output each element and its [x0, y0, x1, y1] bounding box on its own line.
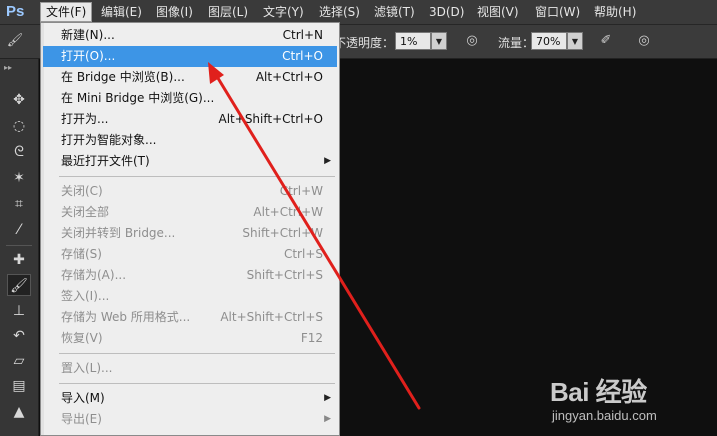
menu-item-shortcut: Ctrl+O [282, 49, 323, 63]
menu-item-revert[interactable]: 恢复(V) F12 [43, 328, 337, 349]
photoshop-logo: Ps [6, 3, 25, 20]
menu-item-shortcut: Ctrl+W [279, 184, 323, 198]
history-brush-tool-icon[interactable]: ↶ [7, 325, 31, 347]
menu-item-label: 存储(S) [61, 247, 102, 261]
opacity-label: 不透明度： [334, 36, 395, 50]
menu-item-import[interactable]: 导入(M) ▶ [43, 388, 337, 409]
submenu-arrow-icon: ▶ [324, 393, 331, 403]
menu-item-open-smart-object[interactable]: 打开为智能对象... [43, 130, 337, 151]
healing-brush-tool-icon[interactable]: ✚ [7, 249, 31, 271]
lasso-tool-icon[interactable]: ᘓ [7, 141, 31, 163]
menu-select[interactable]: 选择(S) [314, 3, 365, 21]
menu-item-label: 导出(E) [61, 412, 102, 426]
menu-item-label: 关闭(C) [61, 184, 103, 198]
blur-tool-icon[interactable]: ▲ [7, 401, 31, 423]
pressure-size-icon[interactable]: ◎ [635, 33, 653, 49]
menu-item-label: 在 Bridge 中浏览(B)... [61, 70, 185, 84]
menu-file[interactable]: 文件(F) [40, 2, 93, 22]
menu-item-shortcut: Alt+Shift+Ctrl+O [218, 112, 323, 126]
airbrush-icon[interactable]: ✐ [597, 33, 615, 49]
crop-tool-icon[interactable]: ⌗ [7, 193, 31, 215]
menu-window[interactable]: 窗口(W) [530, 3, 585, 21]
flow-label: 流量： [498, 36, 535, 50]
menu-item-label: 打开(O)... [61, 49, 116, 63]
file-menu-dropdown: 新建(N)... Ctrl+N 打开(O)... Ctrl+O 在 Bridge… [40, 22, 340, 436]
menu-item-label: 在 Mini Bridge 中浏览(G)... [61, 91, 215, 105]
menu-separator [59, 176, 335, 177]
menu-filter[interactable]: 滤镜(T) [369, 3, 420, 21]
flow-dropdown-icon[interactable]: ▼ [567, 32, 583, 50]
menu-item-label: 导入(M) [61, 391, 105, 405]
menu-item-shortcut: Shift+Ctrl+S [246, 268, 323, 282]
menu-item-close-go-bridge[interactable]: 关闭并转到 Bridge... Shift+Ctrl+W [43, 223, 337, 244]
tool-divider [6, 245, 32, 246]
menu-item-shortcut: Ctrl+S [283, 247, 323, 261]
menu-item-export[interactable]: 导出(E) ▶ [43, 409, 337, 430]
menu-item-save-as[interactable]: 存储为(A)... Shift+Ctrl+S [43, 265, 337, 286]
menu-item-save[interactable]: 存储(S) Ctrl+S [43, 244, 337, 265]
flow-field[interactable]: 70% [531, 32, 567, 50]
menu-item-browse-mini-bridge[interactable]: 在 Mini Bridge 中浏览(G)... [43, 88, 337, 109]
menu-view[interactable]: 视图(V) [472, 3, 524, 21]
menu-separator [59, 353, 335, 354]
menu-item-label: 签入(I)... [61, 289, 110, 303]
menu-item-check-in[interactable]: 签入(I)... [43, 286, 337, 307]
menu-item-shortcut: Shift+Ctrl+W [242, 226, 323, 240]
menu-layer[interactable]: 图层(L) [203, 3, 253, 21]
submenu-arrow-icon: ▶ [324, 156, 331, 166]
menu-item-close-all[interactable]: 关闭全部 Alt+Ctrl+W [43, 202, 337, 223]
menu-item-close[interactable]: 关闭(C) Ctrl+W [43, 181, 337, 202]
marquee-tool-icon[interactable]: ◌ [7, 115, 31, 137]
menu-item-label: 最近打开文件(T) [61, 154, 150, 168]
menu-type[interactable]: 文字(Y) [258, 3, 309, 21]
opacity-dropdown-icon[interactable]: ▼ [431, 32, 447, 50]
opacity-field[interactable]: 1% [395, 32, 431, 50]
menu-3d[interactable]: 3D(D) [424, 3, 469, 21]
tools-panel: ▸▸ ✥ ◌ ᘓ ✶ ⌗ ⁄ ✚ 🖌 ⊥ ↶ ▱ ▤ ▲ [0, 59, 39, 436]
menu-item-label: 新建(N)... [61, 28, 115, 42]
watermark-url: jingyan.baidu.com [552, 408, 657, 423]
menu-item-shortcut: Alt+Ctrl+W [253, 205, 323, 219]
baidu-watermark: Bai 经验 jingyan.baidu.com [550, 372, 710, 434]
menu-item-label: 关闭全部 [61, 205, 110, 219]
eraser-tool-icon[interactable]: ▱ [7, 350, 31, 372]
menu-item-place[interactable]: 置入(L)... [43, 358, 337, 379]
menu-item-label: 关闭并转到 Bridge... [61, 226, 176, 240]
menu-item-recent-files[interactable]: 最近打开文件(T) ▶ [43, 151, 337, 172]
menu-item-open[interactable]: 打开(O)... Ctrl+O [43, 46, 337, 67]
menu-help[interactable]: 帮助(H) [589, 3, 641, 21]
menu-item-shortcut: F12 [300, 331, 323, 345]
pressure-opacity-icon[interactable]: ◎ [463, 33, 481, 49]
submenu-arrow-icon: ▶ [324, 414, 331, 424]
menu-image[interactable]: 图像(I) [151, 3, 198, 21]
menu-item-label: 置入(L)... [61, 361, 113, 375]
brush-tool-icon[interactable]: 🖌 [7, 274, 31, 296]
menu-item-save-for-web[interactable]: 存储为 Web 所用格式... Alt+Shift+Ctrl+S [43, 307, 337, 328]
magic-wand-tool-icon[interactable]: ✶ [7, 167, 31, 189]
menu-separator [59, 383, 335, 384]
menu-item-open-as[interactable]: 打开为... Alt+Shift+Ctrl+O [43, 109, 337, 130]
menu-item-shortcut: Alt+Ctrl+O [255, 70, 323, 84]
menu-item-shortcut: Ctrl+N [282, 28, 323, 42]
gradient-tool-icon[interactable]: ▤ [7, 375, 31, 397]
menu-item-browse-bridge[interactable]: 在 Bridge 中浏览(B)... Alt+Ctrl+O [43, 67, 337, 88]
menu-item-label: 存储为 Web 所用格式... [61, 310, 191, 324]
clone-stamp-tool-icon[interactable]: ⊥ [7, 300, 31, 322]
watermark-logo-text: Bai 经验 [550, 377, 647, 407]
menu-edit[interactable]: 编辑(E) [96, 3, 147, 21]
panel-grip-icon[interactable]: ▸▸ [4, 63, 12, 72]
menu-item-shortcut: Alt+Shift+Ctrl+S [220, 310, 323, 324]
eyedropper-tool-icon[interactable]: ⁄ [7, 219, 31, 241]
menu-item-label: 恢复(V) [61, 331, 103, 345]
menu-item-label: 存储为(A)... [61, 268, 127, 282]
move-tool-icon[interactable]: ✥ [7, 89, 31, 111]
brush-preset-icon[interactable]: 🖌 [6, 33, 24, 49]
menu-item-label: 打开为智能对象... [61, 133, 157, 147]
menu-item-new[interactable]: 新建(N)... Ctrl+N [43, 25, 337, 46]
menu-item-label: 打开为... [61, 112, 109, 126]
